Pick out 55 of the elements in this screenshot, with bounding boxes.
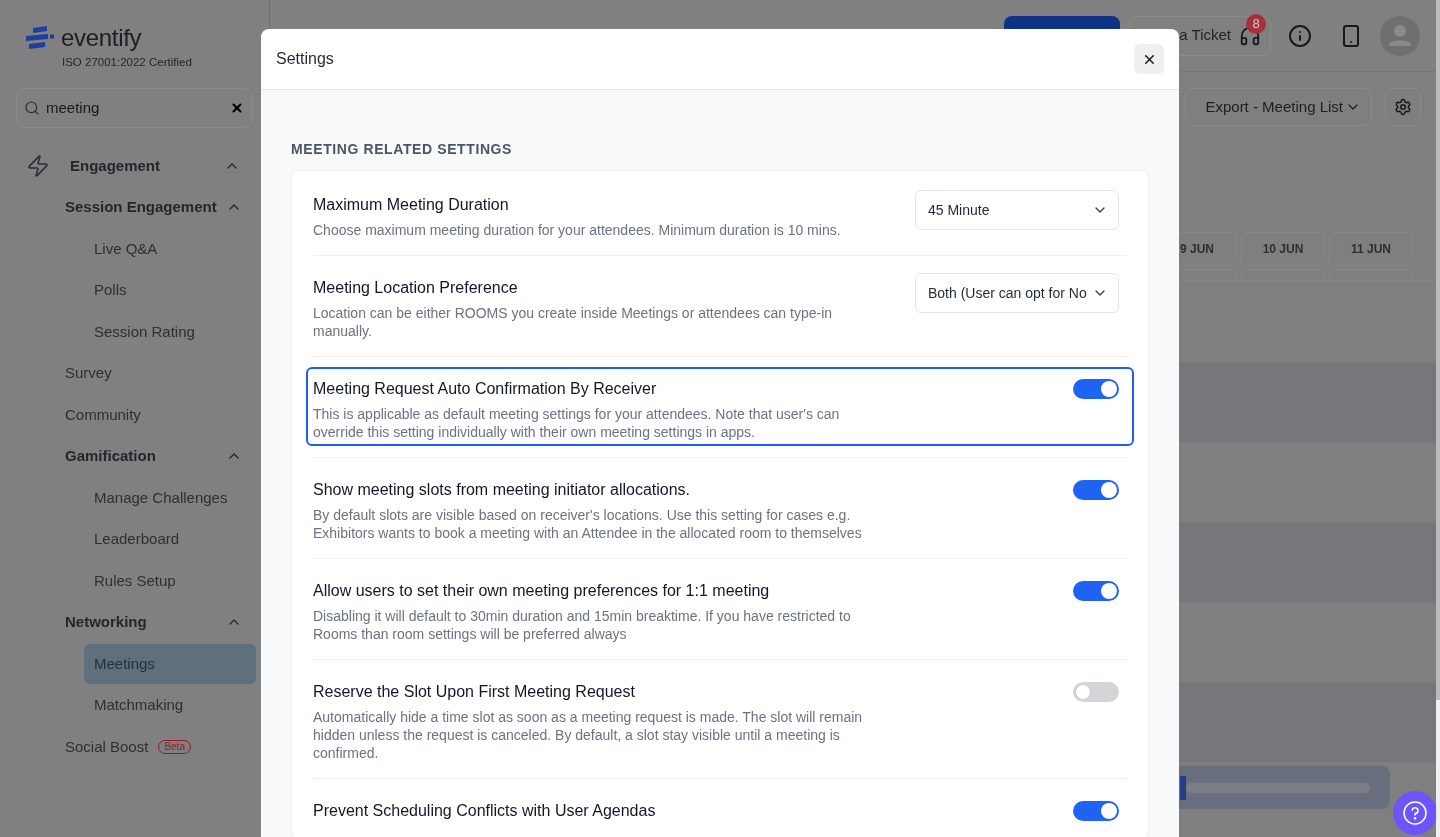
clear-icon[interactable]: [230, 101, 244, 115]
setting-title: Meeting Location Preference: [313, 278, 519, 298]
help-button[interactable]: [1393, 791, 1437, 835]
nav-item[interactable]: Matchmaking: [84, 685, 256, 726]
setting-description: Location can be either ROOMS you create inside Meetings or attendees can type-in manually.: [313, 304, 834, 340]
date-column-header: 11 JUN: [1329, 232, 1413, 266]
setting-title: Meeting Request Auto Confirmation By Receiver: [313, 379, 658, 399]
section-heading: MEETING RELATED SETTINGS: [291, 140, 514, 158]
setting-title: Reserve the Slot Upon First Meeting Request: [313, 682, 636, 702]
setting-description: Choose maximum meeting duration for your attendees. Minimum duration is 10 mins.: [313, 221, 841, 239]
setting-description: Automatically hide a time slot as soon as a meeting request is made. The slot will remain hidden unless the request is canceled. By default, a slot stay visible until a meeting is confirmed.: [313, 708, 864, 762]
notification-badge: 8: [1246, 13, 1266, 34]
toggle-switch[interactable]: [1073, 682, 1119, 702]
dialog-title: Settings: [276, 49, 334, 69]
setting-title: Maximum Meeting Duration: [313, 195, 510, 215]
nav-item[interactable]: Community: [65, 403, 141, 426]
setting-title: Allow users to set their own meeting preferences for 1:1 meeting: [313, 581, 771, 601]
toggle-switch[interactable]: [1073, 801, 1119, 821]
lightning-icon: [26, 153, 50, 178]
toggle-switch[interactable]: [1073, 581, 1119, 601]
nav-group-label[interactable]: Networking: [65, 611, 226, 634]
help-icon: [1403, 801, 1427, 825]
search-field[interactable]: meeting: [16, 88, 253, 128]
nav-item[interactable]: Manage Challenges: [84, 477, 256, 518]
setting-description: Disabling it will default to 30min duration and 15min breaktime. If you have restricted to Rooms than room settings will be preferred always: [313, 607, 852, 643]
dropdown[interactable]: 45 Minute: [915, 190, 1119, 230]
export-dropdown[interactable]: Export - Meeting List: [1185, 88, 1372, 126]
nav-item[interactable]: Session Rating: [84, 311, 256, 352]
close-button[interactable]: [1134, 44, 1164, 74]
setting-title: Show meeting slots from meeting initiator allocations.: [313, 480, 692, 500]
nav-group-label[interactable]: Gamification: [65, 445, 226, 468]
nav-section-label[interactable]: Engagement: [70, 154, 224, 177]
nav-item[interactable]: Social Boost Beta: [65, 735, 191, 758]
nav-item[interactable]: Meetings: [84, 643, 256, 684]
nav-item[interactable]: Live Q&A: [84, 228, 256, 269]
nav-item[interactable]: Polls: [84, 270, 256, 311]
accent-block: [1180, 775, 1186, 800]
dropdown[interactable]: Both (User can opt for No: [915, 273, 1119, 313]
setting-description: This is applicable as default meeting settings for your attendees. Note that user's can override this setting individually with their own meeting settings in apps.: [313, 405, 841, 441]
toggle-switch[interactable]: [1073, 480, 1119, 500]
setting-description: By default slots are visible based on receiver's locations. Use this setting for cases e.g. Exhibitors wants to book a meeting with an Attendee in the allocated room to themselves: [313, 506, 863, 542]
nav-item[interactable]: Leaderboard: [84, 519, 256, 560]
settings-button[interactable]: [1385, 88, 1421, 126]
nav-item[interactable]: Survey: [65, 362, 112, 385]
certification-text: ISO 27001:2022 Certified: [62, 55, 192, 69]
nav-group-label[interactable]: Session Engagement: [65, 196, 226, 219]
info-icon[interactable]: [1288, 23, 1312, 48]
logo-text: eventify: [61, 24, 142, 52]
nav-item[interactable]: Rules Setup: [84, 560, 256, 601]
search-icon: [24, 100, 40, 116]
settings-icon: [1394, 98, 1412, 116]
date-column-header: 10 JUN: [1241, 232, 1325, 266]
logo-icon: [24, 26, 54, 50]
setting-title: Prevent Scheduling Conflicts with User Agendas: [313, 801, 656, 821]
toggle-switch[interactable]: [1073, 379, 1119, 399]
